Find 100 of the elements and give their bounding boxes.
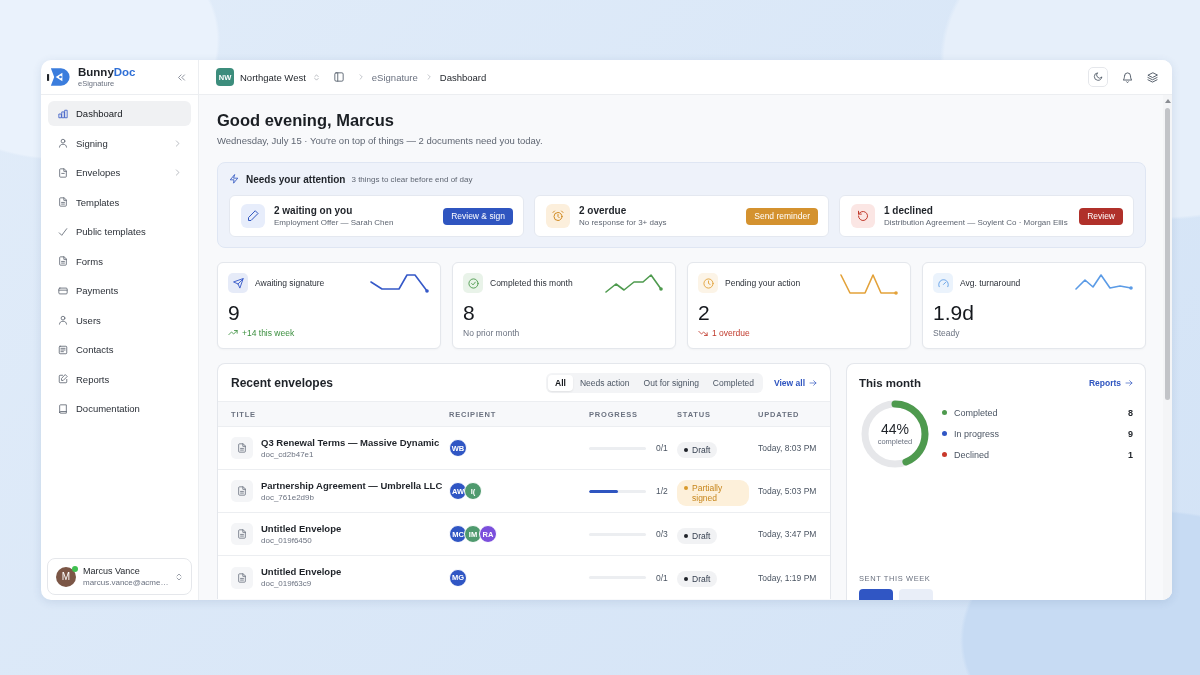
scrollbar[interactable] bbox=[1163, 95, 1172, 600]
paper-plane-icon bbox=[228, 273, 248, 293]
breadcrumb[interactable]: eSignature bbox=[371, 71, 418, 83]
envelope-id: doc_cd2b47e1 bbox=[261, 448, 315, 460]
envelope-title[interactable]: Untitled Envelope bbox=[261, 566, 342, 578]
greeting-title: Good evening, Marcus bbox=[217, 110, 395, 130]
stat-value: 1.9d bbox=[933, 301, 975, 325]
user-avatar: M bbox=[56, 566, 76, 587]
nav-item[interactable]: Templates bbox=[48, 189, 191, 215]
progress-count: 0/1 bbox=[656, 572, 668, 583]
envelope-title[interactable]: Partnership Agreement — Umbrella LLC bbox=[261, 479, 443, 492]
clock-icon bbox=[698, 273, 718, 293]
bell-icon[interactable] bbox=[1122, 71, 1133, 83]
scrollbar-thumb[interactable] bbox=[1165, 108, 1170, 400]
action-button[interactable]: Review & sign bbox=[443, 207, 513, 225]
legend-value: 9 bbox=[1128, 428, 1133, 439]
moon-icon bbox=[1093, 72, 1103, 82]
stat-label: Pending your action bbox=[725, 277, 801, 290]
attention-item-detail: Employment Offer — Sarah Chen bbox=[274, 217, 394, 228]
greeting-subtitle: Wednesday, July 15 · You're on top of things — 2 documents need you today. bbox=[217, 135, 544, 147]
ring-percentage: 44% bbox=[881, 422, 909, 437]
bar-chart-icon bbox=[58, 108, 68, 119]
chevron-right-icon bbox=[357, 74, 364, 80]
layers-icon[interactable] bbox=[1147, 71, 1158, 83]
arrow-right-icon bbox=[809, 378, 817, 387]
legend-label: Declined bbox=[954, 449, 990, 460]
filter-tab[interactable]: Needs action bbox=[572, 374, 637, 391]
stat-value: 2 bbox=[698, 301, 711, 325]
envelope-title[interactable]: Q3 Renewal Terms — Massive Dynamic bbox=[261, 436, 440, 449]
envelope-id: doc_019f63c9 bbox=[261, 578, 313, 589]
trend-up-icon bbox=[228, 328, 238, 338]
scroll-up-arrow-icon[interactable] bbox=[1164, 99, 1171, 103]
stat-note: +14 this week bbox=[242, 327, 295, 339]
filter-tab[interactable]: Completed bbox=[705, 374, 761, 391]
progress-count: 0/1 bbox=[656, 443, 668, 453]
attention-item-detail: Distribution Agreement — Soylent Co · Morgan Ellis bbox=[884, 217, 1068, 228]
nav-item[interactable]: Public templates bbox=[48, 219, 191, 244]
nav-item[interactable]: Forms bbox=[48, 248, 191, 274]
legend-label: Completed bbox=[954, 407, 998, 418]
nav-item[interactable]: Users bbox=[48, 307, 191, 333]
attention-title: Needs your attention bbox=[246, 173, 346, 185]
nav-item[interactable]: Payments bbox=[48, 278, 191, 303]
attention-item-title: 2 overdue bbox=[579, 204, 628, 217]
envelope-id: doc_761e2d9b bbox=[261, 491, 315, 503]
stat-note: 1 overdue bbox=[712, 327, 750, 339]
document-icon bbox=[231, 437, 253, 459]
document-icon bbox=[231, 480, 253, 502]
file-icon bbox=[58, 167, 68, 178]
status-badge: Partially signed bbox=[677, 479, 749, 506]
filter-tab[interactable]: All bbox=[548, 374, 573, 391]
nav-item[interactable]: Contacts bbox=[48, 337, 191, 362]
updated-time: Today, 3:47 PM bbox=[758, 529, 818, 539]
stat-note: No prior month bbox=[463, 327, 520, 339]
envelope-title[interactable]: Untitled Envelope bbox=[261, 522, 342, 535]
week-bar bbox=[859, 589, 893, 600]
stat-label: Avg. turnaround bbox=[960, 277, 1021, 290]
stat-note: Steady bbox=[933, 327, 960, 339]
filter-tab[interactable]: Out for signing bbox=[636, 374, 706, 391]
document-icon bbox=[231, 566, 253, 589]
collapse-sidebar-icon[interactable] bbox=[177, 72, 186, 82]
workspace-name[interactable]: Northgate West bbox=[240, 71, 306, 83]
brand-logo bbox=[47, 66, 72, 88]
attention-item-title: 2 waiting on you bbox=[274, 204, 354, 217]
reports-link[interactable]: Reports bbox=[1088, 378, 1121, 388]
user-email: marcus.vance@acme… bbox=[83, 577, 168, 588]
user-name: Marcus Vance bbox=[83, 565, 141, 577]
action-button[interactable]: Review bbox=[1079, 207, 1123, 225]
nav-item[interactable]: Documentation bbox=[48, 396, 191, 421]
card-title: This month bbox=[859, 377, 921, 389]
attention-item-title: 1 declined bbox=[884, 204, 934, 217]
status-badge: Draft bbox=[677, 441, 718, 458]
user-card[interactable]: M Marcus Vance marcus.vance@acme… bbox=[47, 558, 192, 595]
check-icon bbox=[58, 226, 68, 237]
user-icon bbox=[58, 315, 68, 325]
stat-label: Awaiting signature bbox=[255, 277, 325, 290]
sidebar-panel-icon[interactable] bbox=[333, 72, 344, 82]
chevrons-up-down-icon[interactable] bbox=[175, 572, 183, 581]
view-all-link[interactable]: View all bbox=[773, 377, 805, 388]
document-icon bbox=[58, 197, 68, 207]
updated-time: Today, 8:03 PM bbox=[758, 443, 818, 453]
theme-toggle-button[interactable] bbox=[1088, 67, 1108, 87]
edit-icon bbox=[58, 374, 68, 384]
progress-count: 1/2 bbox=[656, 486, 668, 496]
document-icon bbox=[58, 256, 68, 266]
updated-time: Today, 1:19 PM bbox=[758, 572, 818, 583]
lightning-icon bbox=[229, 174, 239, 184]
trend-down-icon bbox=[698, 328, 708, 338]
envelope-id: doc_019f6450 bbox=[261, 534, 313, 546]
legend-value: 8 bbox=[1128, 407, 1133, 418]
breadcrumb[interactable]: Dashboard bbox=[439, 71, 487, 83]
document-icon bbox=[231, 523, 253, 545]
progress-count: 0/3 bbox=[656, 529, 668, 539]
nav-item[interactable]: Envelopes bbox=[48, 160, 191, 185]
stat-value: 9 bbox=[228, 301, 241, 325]
card-title: Recent envelopes bbox=[231, 375, 334, 390]
nav-item[interactable]: Signing bbox=[48, 130, 191, 156]
nav-item[interactable]: Dashboard bbox=[48, 101, 191, 126]
attention-item-detail: No response for 3+ days bbox=[579, 217, 667, 228]
nav-item[interactable]: Reports bbox=[48, 366, 191, 392]
stat-value: 8 bbox=[463, 301, 476, 325]
